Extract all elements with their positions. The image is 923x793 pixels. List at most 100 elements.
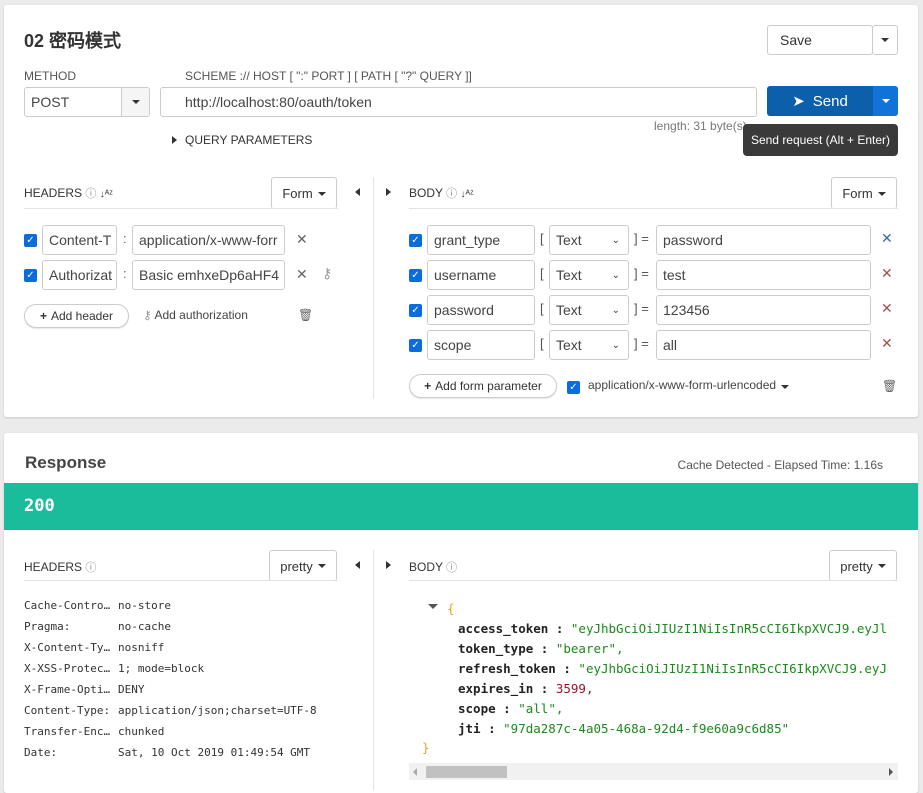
header-key: X-Frame-Opti… bbox=[24, 683, 111, 696]
help-icon: ⓘ bbox=[85, 562, 97, 574]
expand-icon[interactable] bbox=[172, 136, 177, 144]
query-parameters-toggle[interactable]: QUERY PARAMETERS bbox=[185, 133, 312, 147]
json-key: scope bbox=[458, 701, 496, 716]
sort-icon[interactable]: ↓ᴬᶻ bbox=[100, 189, 113, 200]
response-header-row: Cache-Contro… no-store bbox=[24, 599, 317, 620]
collapse-left-icon[interactable] bbox=[355, 561, 360, 569]
sort-icon[interactable]: ↓ᴬᶻ bbox=[460, 189, 473, 200]
json-property: scope : "all", bbox=[458, 701, 564, 716]
param-type-select[interactable]: Text ⌄ bbox=[549, 330, 629, 360]
chevron-down-icon bbox=[877, 191, 886, 196]
param-value-input[interactable]: test bbox=[656, 260, 871, 290]
chevron-down-icon: ⌄ bbox=[611, 270, 620, 281]
add-header-button[interactable]: + Add header bbox=[24, 304, 129, 328]
collapse-right-icon[interactable] bbox=[386, 561, 391, 569]
header-value: Sat, 10 Oct 2019 01:49:54 GMT bbox=[118, 746, 311, 759]
param-checkbox[interactable]: ✓ bbox=[409, 234, 422, 247]
add-param-label: Add form parameter bbox=[435, 379, 542, 393]
collapse-right-icon[interactable] bbox=[386, 188, 391, 196]
response-meta: Cache Detected - Elapsed Time: 1.16s bbox=[677, 458, 883, 472]
remove-icon[interactable]: ✕ bbox=[296, 266, 308, 283]
remove-icon[interactable]: ✕ bbox=[881, 230, 893, 247]
response-headers-title: HEADERS ⓘ bbox=[24, 559, 96, 575]
header-key: Cache-Contro… bbox=[24, 599, 111, 612]
param-type: Text bbox=[556, 337, 582, 353]
param-name: password bbox=[434, 302, 494, 318]
save-button[interactable]: Save bbox=[767, 25, 873, 55]
param-checkbox[interactable]: ✓ bbox=[409, 339, 422, 352]
response-panel: Response Cache Detected - Elapsed Time: … bbox=[4, 433, 918, 793]
response-body-mode-select[interactable]: pretty bbox=[829, 550, 897, 581]
json-value: "97da287c-4a05-468a-92d4-f9e60a9c6d85" bbox=[503, 721, 790, 736]
header-name-input[interactable]: Content-T bbox=[42, 225, 117, 255]
param-type: Text bbox=[556, 267, 582, 283]
response-headers-mode-select[interactable]: pretty bbox=[269, 550, 337, 581]
body-mode-select[interactable]: Form bbox=[831, 177, 897, 209]
remove-icon[interactable]: ✕ bbox=[296, 231, 308, 248]
add-authorization-link[interactable]: ⚷ Add authorization bbox=[143, 308, 248, 322]
response-header-row: Transfer-Enc… chunked bbox=[24, 725, 317, 746]
url-input[interactable]: http://localhost:80/oauth/token bbox=[160, 87, 757, 117]
param-name-input[interactable]: scope bbox=[427, 330, 535, 360]
horizontal-scrollbar[interactable] bbox=[409, 763, 898, 780]
param-value-input[interactable]: 123456 bbox=[656, 295, 871, 325]
content-type-label: application/x-www-form-urlencoded bbox=[588, 378, 777, 392]
scroll-left-icon[interactable] bbox=[413, 768, 417, 776]
body-title: BODY ⓘ ↓ᴬᶻ bbox=[409, 185, 474, 201]
header-name: Content-T bbox=[49, 232, 112, 248]
json-property: expires_in : 3599, bbox=[458, 681, 594, 696]
response-header-row: Pragma: no-cache bbox=[24, 620, 317, 641]
header-name: Authorizat bbox=[49, 267, 113, 283]
send-dropdown-button[interactable] bbox=[873, 86, 898, 116]
key-icon[interactable]: ⚷ bbox=[322, 265, 332, 282]
collapse-json-icon[interactable] bbox=[428, 604, 438, 609]
param-name-input[interactable]: password bbox=[427, 295, 535, 325]
help-icon: ⓘ bbox=[446, 562, 458, 574]
param-value-input[interactable]: all bbox=[656, 330, 871, 360]
scrollbar-thumb[interactable] bbox=[426, 766, 507, 778]
param-name-input[interactable]: username bbox=[427, 260, 535, 290]
param-checkbox[interactable]: ✓ bbox=[409, 304, 422, 317]
param-value: test bbox=[663, 267, 686, 283]
response-header-row: X-XSS-Protec… 1; mode=block bbox=[24, 662, 317, 683]
add-header-label: Add header bbox=[50, 309, 114, 323]
method-select[interactable]: POST bbox=[24, 87, 150, 117]
plus-icon: + bbox=[424, 379, 432, 393]
param-value: all bbox=[663, 337, 678, 353]
body-label: BODY bbox=[409, 560, 443, 574]
scroll-right-icon[interactable] bbox=[889, 768, 893, 776]
save-dropdown-button[interactable] bbox=[872, 25, 898, 55]
header-checkbox[interactable]: ✓ bbox=[24, 234, 37, 247]
collapse-left-icon[interactable] bbox=[355, 188, 360, 196]
send-button[interactable]: ➤ Send bbox=[767, 86, 873, 116]
divider bbox=[373, 177, 374, 399]
divider bbox=[373, 550, 374, 790]
response-body-title: BODY ⓘ bbox=[409, 559, 457, 575]
content-type-select[interactable]: application/x-www-form-urlencoded bbox=[588, 378, 790, 392]
chevron-down-icon: ⌄ bbox=[611, 340, 620, 351]
header-name-input[interactable]: Authorizat bbox=[42, 260, 117, 290]
param-type-select[interactable]: Text ⌄ bbox=[549, 295, 629, 325]
param-checkbox[interactable]: ✓ bbox=[409, 269, 422, 282]
json-value: "eyJhbGciOiJIUzI1NiIsInR5cCI6IkpXVCJ9.ey… bbox=[578, 661, 887, 676]
chevron-down-icon bbox=[781, 385, 790, 389]
header-checkbox[interactable]: ✓ bbox=[24, 269, 37, 282]
headers-mode-select[interactable]: Form bbox=[271, 177, 337, 209]
param-type-select[interactable]: Text ⌄ bbox=[549, 260, 629, 290]
mode-label: Form bbox=[282, 186, 313, 201]
remove-icon[interactable]: ✕ bbox=[881, 335, 893, 352]
content-type-checkbox[interactable]: ✓ bbox=[567, 381, 580, 394]
header-value-input[interactable]: Basic emhxeDp6aHF4 bbox=[132, 260, 285, 290]
param-type-select[interactable]: Text ⌄ bbox=[549, 225, 629, 255]
param-name-input[interactable]: grant_type bbox=[427, 225, 535, 255]
remove-icon[interactable]: ✕ bbox=[881, 300, 893, 317]
param-value-input[interactable]: password bbox=[656, 225, 871, 255]
trash-icon[interactable]: 🗑 bbox=[882, 379, 897, 393]
trash-icon[interactable]: 🗑 bbox=[298, 308, 313, 322]
header-value-input[interactable]: application/x-www-forr bbox=[132, 225, 285, 255]
response-header-row: X-Content-Ty… nosniff bbox=[24, 641, 317, 662]
add-form-parameter-button[interactable]: + Add form parameter bbox=[409, 374, 557, 398]
param-name: grant_type bbox=[434, 232, 501, 248]
json-value: "eyJhbGciOiJIUzI1NiIsInR5cCI6IkpXVCJ9.ey… bbox=[570, 621, 887, 636]
remove-icon[interactable]: ✕ bbox=[881, 265, 893, 282]
